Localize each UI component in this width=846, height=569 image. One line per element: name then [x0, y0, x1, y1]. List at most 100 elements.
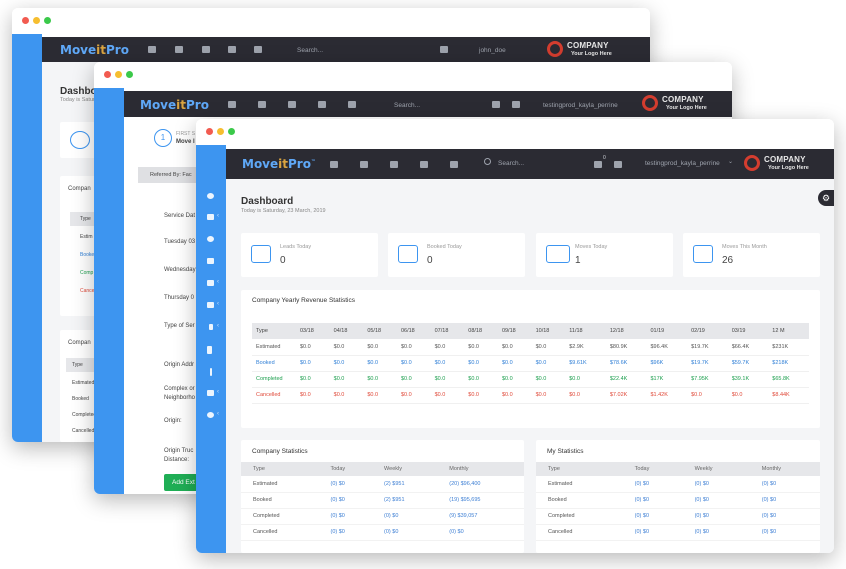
- stat-link[interactable]: (0) $0: [622, 492, 683, 509]
- alert-icon[interactable]: [210, 368, 212, 376]
- user-add-icon[interactable]: [348, 101, 356, 108]
- truck-icon[interactable]: [330, 161, 338, 168]
- chart-icon[interactable]: [207, 390, 214, 396]
- stat-link[interactable]: (0) $0: [749, 508, 820, 525]
- users-icon[interactable]: [594, 161, 602, 168]
- stat-link[interactable]: (0) $0: [437, 524, 524, 541]
- column-header: Today: [622, 462, 683, 476]
- search-input[interactable]: Search...: [297, 47, 323, 54]
- gear-icon[interactable]: [207, 412, 214, 418]
- stat-link[interactable]: (0) $0: [372, 508, 438, 525]
- stat-label: Booked Today: [427, 244, 462, 250]
- bell-icon[interactable]: [512, 101, 520, 108]
- user-menu[interactable]: testingprod_kayla_perrine: [645, 160, 720, 167]
- calendar-icon[interactable]: [175, 46, 183, 53]
- search-input[interactable]: Search...: [498, 160, 524, 167]
- calendar-icon[interactable]: [360, 161, 368, 168]
- table-cell: $0.0: [727, 387, 769, 404]
- form-label: Type of Ser: [164, 323, 195, 329]
- row-type: Completed: [536, 508, 623, 525]
- stat-card-booked: Booked Today 0: [388, 233, 525, 277]
- cash-icon[interactable]: [318, 101, 326, 108]
- document-icon[interactable]: [207, 346, 212, 354]
- stat-link[interactable]: (0) $0: [318, 508, 373, 525]
- stat-link[interactable]: (0) $0: [749, 476, 820, 493]
- stat-link[interactable]: (0) $0: [682, 492, 750, 509]
- maximize-dot[interactable]: [44, 17, 51, 24]
- settings-gear-icon[interactable]: ⚙: [818, 190, 834, 206]
- checklist-icon[interactable]: [207, 214, 214, 220]
- table-cell: $0.0: [396, 387, 431, 404]
- table-row: Booked (0) $0 (2) $951 (19) $95,695: [241, 492, 524, 509]
- app-logo[interactable]: MoveitPro: [140, 98, 209, 112]
- table-cell: $80.9K: [605, 339, 647, 356]
- cash-icon[interactable]: [228, 46, 236, 53]
- dollar-icon[interactable]: [209, 324, 213, 330]
- stat-link[interactable]: (0) $0: [622, 508, 683, 525]
- stat-link[interactable]: (0) $0: [749, 492, 820, 509]
- user-add-icon[interactable]: [450, 161, 458, 168]
- table-cell: $0.0: [329, 371, 364, 388]
- calendar-icon: [693, 245, 713, 263]
- stat-link[interactable]: (0) $0: [318, 476, 373, 493]
- table-row: Booked $0.0 $0.0 $0.0 $0.0 $0.0 $0.0 $0.0 $0.0 $9…: [252, 355, 809, 372]
- bell-icon[interactable]: [440, 46, 448, 53]
- search-input[interactable]: Search...: [394, 102, 420, 109]
- table-cell: $0.0: [531, 355, 566, 372]
- maximize-dot[interactable]: [126, 71, 133, 78]
- users-icon[interactable]: [207, 258, 214, 264]
- cash-icon[interactable]: [420, 161, 428, 168]
- table-row: Booked: [72, 396, 89, 402]
- stat-link[interactable]: (0) $0: [622, 524, 683, 541]
- row-type: Cancelled: [241, 524, 319, 541]
- stat-link[interactable]: (19) $95,695: [437, 492, 524, 509]
- minimize-dot[interactable]: [217, 128, 224, 135]
- stat-link[interactable]: (0) $0: [622, 476, 683, 493]
- checklist-icon[interactable]: [202, 46, 210, 53]
- user-icon[interactable]: [207, 236, 214, 242]
- user-add-icon[interactable]: [254, 46, 262, 53]
- page-subtitle: Today is Saturday, 23 March, 2019: [241, 208, 326, 214]
- table-row: Cancelled: [72, 428, 95, 434]
- stat-value: 0: [280, 255, 286, 266]
- stat-link[interactable]: (0) $0: [318, 492, 373, 509]
- stat-link[interactable]: (2) $951: [372, 492, 438, 509]
- stat-link[interactable]: (0) $0: [682, 524, 750, 541]
- calendar-icon[interactable]: [258, 101, 266, 108]
- table-row: Completed $0.0 $0.0 $0.0 $0.0 $0.0 $0.0 $0.0 $0.…: [252, 371, 809, 388]
- table-cell: $0.0: [329, 387, 364, 404]
- close-dot[interactable]: [22, 17, 29, 24]
- user-menu[interactable]: john_doe: [479, 47, 506, 54]
- stat-link[interactable]: (20) $96,400: [437, 476, 524, 493]
- user-menu[interactable]: testingprod_kayla_perrine: [543, 102, 618, 109]
- app-logo[interactable]: MoveitPro: [60, 43, 129, 57]
- table-row: Comp: [80, 270, 94, 276]
- close-dot[interactable]: [206, 128, 213, 135]
- checklist-icon[interactable]: [288, 101, 296, 108]
- calendar-icon[interactable]: [207, 280, 214, 286]
- minimize-dot[interactable]: [115, 71, 122, 78]
- truck-icon[interactable]: [148, 46, 156, 53]
- stat-link[interactable]: (9) $39,057: [437, 508, 524, 525]
- notification-count: 0: [603, 155, 606, 161]
- stat-link[interactable]: (0) $0: [682, 508, 750, 525]
- chevron-down-icon[interactable]: ⌄: [728, 158, 733, 165]
- search-icon[interactable]: [484, 158, 491, 165]
- stat-link[interactable]: (0) $0: [749, 524, 820, 541]
- stat-link[interactable]: (0) $0: [318, 524, 373, 541]
- stat-link[interactable]: (2) $951: [372, 476, 438, 493]
- minimize-dot[interactable]: [33, 17, 40, 24]
- maximize-dot[interactable]: [228, 128, 235, 135]
- table-cell: $0.0: [565, 371, 606, 388]
- bell-icon[interactable]: [614, 161, 622, 168]
- stat-link[interactable]: (0) $0: [372, 524, 438, 541]
- app-logo[interactable]: MoveitPro™: [242, 157, 316, 171]
- stat-link[interactable]: (0) $0: [682, 476, 750, 493]
- checklist-icon[interactable]: [390, 161, 398, 168]
- dashboard-icon[interactable]: [207, 193, 214, 199]
- close-dot[interactable]: [104, 71, 111, 78]
- users-icon[interactable]: [492, 101, 500, 108]
- form-label: Distance:: [164, 457, 190, 463]
- truck-icon[interactable]: [228, 101, 236, 108]
- team-icon[interactable]: [207, 302, 214, 308]
